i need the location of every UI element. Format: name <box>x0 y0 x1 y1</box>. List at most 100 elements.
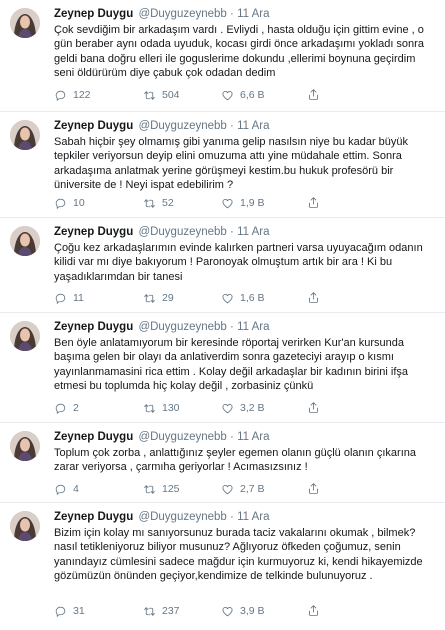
share-icon <box>309 89 318 100</box>
retweet-button[interactable]: 130 <box>143 401 180 415</box>
heart-icon <box>222 293 233 303</box>
share-button[interactable] <box>307 482 320 495</box>
reply-icon <box>55 403 66 414</box>
tweet-time[interactable]: 11 Ara <box>237 8 269 20</box>
author-name[interactable]: Zeynep Duygu <box>54 511 133 523</box>
reply-icon <box>55 293 66 304</box>
tweet-time[interactable]: 11 Ara <box>237 120 269 132</box>
tweet-actions: 4 125 2,7 B <box>54 482 437 496</box>
like-button[interactable]: 1,6 B <box>221 291 265 305</box>
avatar[interactable] <box>10 226 40 256</box>
reply-count: 10 <box>73 197 85 209</box>
share-icon <box>309 483 318 494</box>
retweet-button[interactable]: 237 <box>143 604 180 618</box>
tweet[interactable]: Zeynep Duygu @Duyguzeynebb · 11 Ara Bizi… <box>0 503 445 630</box>
tweet[interactable]: Zeynep Duygu @Duyguzeynebb · 11 Ara Saba… <box>0 112 445 218</box>
heart-icon <box>222 606 233 616</box>
tweet[interactable]: Zeynep Duygu @Duyguzeynebb · 11 Ara Çok … <box>0 0 445 112</box>
separator-dot: · <box>230 226 234 238</box>
tweet-time[interactable]: 11 Ara <box>237 511 269 523</box>
like-count: 2,7 B <box>240 483 265 495</box>
heart-icon <box>222 90 233 100</box>
tweet[interactable]: Zeynep Duygu @Duyguzeynebb · 11 Ara Topl… <box>0 423 445 503</box>
tweet-time[interactable]: 11 Ara <box>237 321 269 333</box>
author-name[interactable]: Zeynep Duygu <box>54 431 133 443</box>
author-handle[interactable]: @Duyguzeynebb <box>138 431 226 443</box>
tweet-text: Bizim için kolay mı sanıyorsunuz burada … <box>54 527 423 583</box>
heart-icon <box>222 484 233 494</box>
like-button[interactable]: 6,6 B <box>221 88 265 102</box>
retweet-icon <box>144 90 155 100</box>
tweet[interactable]: Zeynep Duygu @Duyguzeynebb · 11 Ara Ben … <box>0 313 445 423</box>
tweet-actions: 11 29 1,6 B <box>54 291 437 305</box>
author-handle[interactable]: @Duyguzeynebb <box>138 511 226 523</box>
tweet-header: Zeynep Duygu @Duyguzeynebb · 11 Ara <box>54 510 437 524</box>
tweet-thread: Zeynep Duygu @Duyguzeynebb · 11 Ara Çok … <box>0 0 445 630</box>
share-button[interactable] <box>307 291 320 304</box>
author-handle[interactable]: @Duyguzeynebb <box>138 321 226 333</box>
tweet-text: Toplum çok zorba , anlattığınız şeyler e… <box>54 447 416 474</box>
reply-count: 2 <box>73 402 79 414</box>
retweet-button[interactable]: 29 <box>143 291 174 305</box>
separator-dot: · <box>230 511 234 523</box>
author-name[interactable]: Zeynep Duygu <box>54 321 133 333</box>
avatar[interactable] <box>10 511 40 541</box>
avatar[interactable] <box>10 431 40 461</box>
retweet-button[interactable]: 125 <box>143 482 180 496</box>
tweet-header: Zeynep Duygu @Duyguzeynebb · 11 Ara <box>54 7 437 21</box>
retweet-count: 237 <box>162 605 180 617</box>
like-button[interactable]: 3,9 B <box>221 604 265 618</box>
retweet-icon <box>144 606 155 616</box>
tweet-actions: 31 237 3,9 B <box>54 604 437 618</box>
tweet-header: Zeynep Duygu @Duyguzeynebb · 11 Ara <box>54 430 437 444</box>
like-button[interactable]: 2,7 B <box>221 482 265 496</box>
avatar[interactable] <box>10 120 40 150</box>
retweet-button[interactable]: 52 <box>143 196 174 210</box>
tweet-actions: 10 52 1,9 B <box>54 196 437 210</box>
reply-button[interactable]: 31 <box>54 604 85 618</box>
reply-button[interactable]: 4 <box>54 482 79 496</box>
avatar[interactable] <box>10 321 40 351</box>
retweet-icon <box>144 484 155 494</box>
like-count: 1,9 B <box>240 197 265 209</box>
tweet-text: Çok sevdiğim bir arkadaşım vardı . Evliy… <box>54 24 424 80</box>
retweet-button[interactable]: 504 <box>143 88 180 102</box>
retweet-icon <box>144 293 155 303</box>
avatar[interactable] <box>10 8 40 38</box>
like-count: 6,6 B <box>240 89 265 101</box>
reply-button[interactable]: 2 <box>54 401 79 415</box>
reply-icon <box>55 198 66 209</box>
like-count: 3,9 B <box>240 605 265 617</box>
tweet-time[interactable]: 11 Ara <box>237 431 269 443</box>
retweet-count: 29 <box>162 292 174 304</box>
reply-button[interactable]: 122 <box>54 88 91 102</box>
separator-dot: · <box>230 120 234 132</box>
like-button[interactable]: 1,9 B <box>221 196 265 210</box>
share-button[interactable] <box>307 88 320 101</box>
author-handle[interactable]: @Duyguzeynebb <box>138 8 226 20</box>
reply-count: 122 <box>73 89 91 101</box>
heart-icon <box>222 198 233 208</box>
share-icon <box>309 197 318 208</box>
heart-icon <box>222 403 233 413</box>
share-button[interactable] <box>307 196 320 209</box>
author-name[interactable]: Zeynep Duygu <box>54 8 133 20</box>
author-handle[interactable]: @Duyguzeynebb <box>138 226 226 238</box>
reply-button[interactable]: 10 <box>54 196 85 210</box>
retweet-icon <box>144 403 155 413</box>
share-button[interactable] <box>307 604 320 617</box>
reply-button[interactable]: 11 <box>54 291 84 305</box>
retweet-count: 504 <box>162 89 180 101</box>
tweet[interactable]: Zeynep Duygu @Duyguzeynebb · 11 Ara Çoğu… <box>0 218 445 313</box>
author-name[interactable]: Zeynep Duygu <box>54 120 133 132</box>
author-name[interactable]: Zeynep Duygu <box>54 226 133 238</box>
reply-icon <box>55 484 66 495</box>
author-handle[interactable]: @Duyguzeynebb <box>138 120 226 132</box>
like-count: 1,6 B <box>240 292 265 304</box>
like-button[interactable]: 3,2 B <box>221 401 265 415</box>
share-icon <box>309 292 318 303</box>
tweet-header: Zeynep Duygu @Duyguzeynebb · 11 Ara <box>54 320 437 334</box>
share-button[interactable] <box>307 401 320 414</box>
tweet-time[interactable]: 11 Ara <box>237 226 269 238</box>
separator-dot: · <box>230 321 234 333</box>
